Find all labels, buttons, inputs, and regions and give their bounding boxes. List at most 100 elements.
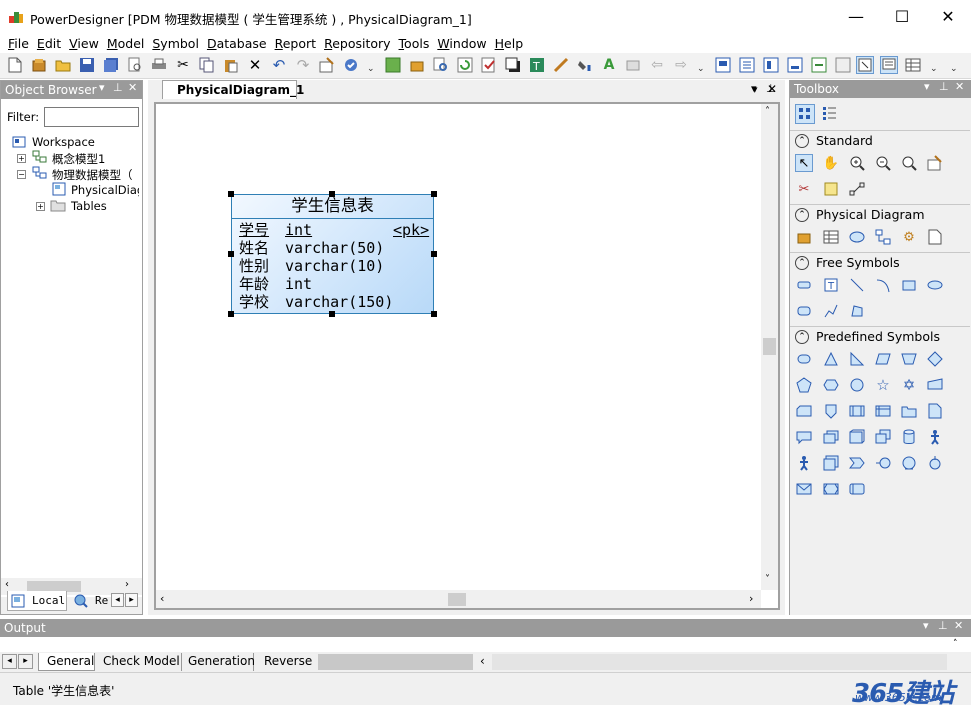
toolbar-overflow-icon[interactable]: ⌄ — [930, 64, 938, 74]
maximize-button[interactable]: ☐ — [879, 0, 925, 33]
package-icon[interactable] — [408, 56, 426, 74]
panel-close-icon[interactable]: ✕ — [955, 80, 964, 93]
menu-symbol[interactable]: Symbol — [148, 36, 203, 51]
properties-tool-icon[interactable] — [926, 154, 944, 172]
redo-icon[interactable]: ↷ — [294, 56, 312, 74]
arc-symbol-icon[interactable] — [874, 276, 892, 294]
line-symbol-icon[interactable] — [848, 276, 866, 294]
view-tool-icon[interactable] — [848, 228, 866, 246]
tree-tables-folder[interactable]: Tables — [71, 199, 107, 213]
panel-close-icon[interactable]: ✕ — [128, 81, 137, 94]
trapezoid-shape-icon[interactable] — [900, 350, 918, 368]
scroll-right-icon[interactable]: › — [125, 579, 129, 590]
pin-icon[interactable]: ⊥ — [939, 80, 949, 93]
save-all-icon[interactable] — [102, 56, 120, 74]
link-tool-icon[interactable] — [848, 180, 866, 198]
toolbar-overflow-icon[interactable]: ⌄ — [950, 64, 958, 74]
toolbox-section-physical-diagram[interactable]: ⌃ Physical Diagram — [790, 204, 970, 224]
text-symbol-icon[interactable]: T — [822, 276, 840, 294]
scroll-left-icon[interactable]: ‹ — [5, 579, 9, 590]
tab-general[interactable]: General — [38, 653, 95, 671]
paste-icon[interactable] — [222, 56, 240, 74]
stacked-box-shape-icon[interactable] — [822, 454, 840, 472]
output-view-icon[interactable] — [786, 56, 804, 74]
cloud-shape-icon[interactable] — [900, 454, 918, 472]
interface-shape-icon[interactable] — [874, 454, 892, 472]
process-shape-icon[interactable] — [848, 402, 866, 420]
menu-tools[interactable]: Tools — [395, 36, 434, 51]
menu-report[interactable]: Report — [271, 36, 320, 51]
collapse-section-icon[interactable]: ⌃ — [795, 330, 809, 344]
pentagon-shape-icon[interactable] — [795, 376, 813, 394]
card-shape-icon[interactable] — [795, 402, 813, 420]
hscroll-thumb[interactable] — [448, 593, 466, 606]
resize-handle[interactable] — [329, 311, 335, 317]
minimize-button[interactable]: — — [833, 0, 879, 33]
panel-menu-icon[interactable]: ▾ — [924, 80, 930, 93]
stacked-shape-icon[interactable] — [822, 428, 840, 446]
panel-close-icon[interactable]: ✕ — [954, 619, 963, 632]
find-icon[interactable] — [432, 56, 450, 74]
browser-view-icon[interactable] — [762, 56, 780, 74]
cut-icon[interactable]: ✂ — [174, 56, 192, 74]
chevron-shape-icon[interactable] — [848, 454, 866, 472]
pin-icon[interactable]: ⊥ — [113, 81, 123, 94]
grabber-tool-icon[interactable]: ✋ — [822, 154, 840, 172]
folder-shape-icon[interactable] — [900, 402, 918, 420]
undo-icon[interactable]: ↶ — [270, 56, 288, 74]
collapse-section-icon[interactable]: ⌃ — [795, 134, 809, 148]
open-icon[interactable] — [54, 56, 72, 74]
forward-icon[interactable]: ⇨ — [672, 56, 690, 74]
menu-file[interactable]: File — [4, 36, 33, 51]
bracket-shape-icon[interactable] — [822, 480, 840, 498]
output-hscrollbar[interactable] — [492, 654, 947, 670]
toolbox-toggle-icon[interactable] — [856, 56, 874, 74]
tab-check-model[interactable]: Check Model — [97, 653, 182, 671]
resize-handle[interactable] — [431, 251, 437, 257]
tab-scroll-right-icon[interactable]: ▸ — [18, 654, 33, 669]
toolbox-section-free-symbols[interactable]: ⌃ Free Symbols — [790, 252, 970, 272]
box-3d-shape-icon[interactable] — [848, 428, 866, 446]
print-icon[interactable] — [150, 56, 168, 74]
cylinder-shape-icon[interactable] — [900, 428, 918, 446]
diagram-tab-menu-icon[interactable]: ▾ — [752, 83, 758, 96]
resize-handle[interactable] — [228, 191, 234, 197]
tab-scroll-right-icon[interactable]: ▸ — [125, 593, 138, 607]
collapse-section-icon[interactable]: ⌃ — [795, 208, 809, 222]
document-shape-icon[interactable] — [926, 402, 944, 420]
scroll-up-icon[interactable]: ˄ — [765, 106, 770, 117]
panel-menu-icon[interactable]: ▾ — [99, 81, 105, 94]
validate-icon[interactable] — [480, 56, 498, 74]
expand-icon[interactable]: + — [17, 154, 26, 163]
check-model-icon[interactable] — [342, 56, 360, 74]
align-icon[interactable] — [624, 56, 642, 74]
callout-shape-icon[interactable] — [795, 428, 813, 446]
save-icon[interactable] — [78, 56, 96, 74]
menu-repository[interactable]: Repository — [320, 36, 394, 51]
title-symbol-icon[interactable] — [795, 276, 813, 294]
scroll-shape-icon[interactable] — [848, 480, 866, 498]
print-preview-icon[interactable] — [126, 56, 144, 74]
tree-workspace[interactable]: Workspace — [32, 135, 95, 149]
close-button[interactable]: ✕ — [925, 0, 971, 33]
rounded-rect-symbol-icon[interactable] — [795, 302, 813, 320]
scroll-right-icon[interactable]: › — [749, 592, 753, 605]
delete-tool-icon[interactable]: ✂ — [795, 180, 813, 198]
envelope-shape-icon[interactable] — [795, 480, 813, 498]
line-style-icon[interactable] — [552, 56, 570, 74]
table-symbol[interactable]: 学生信息表 学号 int <pk> 姓名 varchar(50) 性别 varc… — [231, 194, 434, 314]
collapse-icon[interactable]: − — [17, 170, 26, 179]
note-tool-icon[interactable] — [822, 180, 840, 198]
diagram-vscrollbar[interactable]: ˄ ˅ — [761, 104, 778, 590]
menu-window[interactable]: Window — [433, 36, 490, 51]
tab-repository[interactable]: Re — [71, 591, 111, 611]
resize-handle[interactable] — [228, 251, 234, 257]
actor-shape-icon[interactable] — [926, 428, 944, 446]
menu-model[interactable]: Model — [103, 36, 149, 51]
toolbar-overflow-icon[interactable]: ⌄ — [367, 64, 375, 74]
resize-handle[interactable] — [329, 191, 335, 197]
delete-icon[interactable]: ✕ — [246, 56, 264, 74]
tab-scroll-left-icon[interactable]: ◂ — [111, 593, 124, 607]
multi-doc-shape-icon[interactable] — [874, 428, 892, 446]
six-point-star-shape-icon[interactable]: ✡ — [900, 376, 918, 394]
